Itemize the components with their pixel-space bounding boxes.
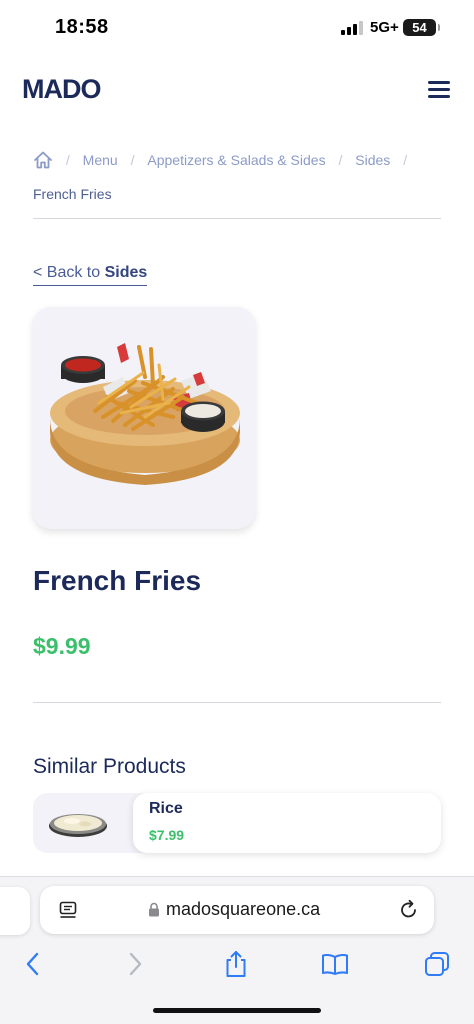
breadcrumb-separator: / xyxy=(338,152,343,168)
similar-product-info: Rice $7.99 xyxy=(133,793,441,853)
rice-image xyxy=(49,814,107,837)
breadcrumb-sides[interactable]: Sides xyxy=(355,152,390,168)
french-fries-image xyxy=(50,343,240,485)
product-price: $9.99 xyxy=(33,633,91,659)
network-type: 5G+ xyxy=(370,19,399,36)
similar-product-card[interactable]: Rice $7.99 xyxy=(33,793,441,853)
product-name: French Fries xyxy=(33,565,202,596)
address-bar[interactable]: madosquareone.ca xyxy=(40,886,434,934)
breadcrumb-separator: / xyxy=(403,152,408,168)
back-link-prefix: < Back to xyxy=(33,264,101,281)
battery-icon: 54 xyxy=(403,19,440,36)
product-image xyxy=(33,307,255,529)
breadcrumb-separator: / xyxy=(130,152,135,168)
similar-product-name: Rice xyxy=(149,800,183,817)
back-to-sides-link[interactable]: < Back to Sides xyxy=(33,264,148,286)
lock-icon xyxy=(149,902,159,917)
page-menu-icon[interactable] xyxy=(58,900,78,920)
home-indicator xyxy=(153,1008,321,1013)
breadcrumb-separator: / xyxy=(65,152,70,168)
mado-logo[interactable]: MADO xyxy=(22,74,101,105)
back-link-target: Sides xyxy=(104,264,148,281)
breadcrumb-current: French Fries xyxy=(33,186,112,202)
tabs-icon[interactable] xyxy=(422,949,452,979)
hamburger-menu-icon[interactable] xyxy=(426,80,452,100)
home-icon[interactable] xyxy=(33,150,53,170)
similar-products-title: Similar Products xyxy=(33,755,186,778)
previous-tab-preview[interactable] xyxy=(0,887,30,935)
breadcrumb-appetizers[interactable]: Appetizers & Salads & Sides xyxy=(147,152,325,168)
signal-icon xyxy=(341,21,365,35)
forward-icon[interactable] xyxy=(120,949,150,979)
browser-toolbar: madosquareone.ca xyxy=(0,876,474,1024)
divider xyxy=(33,218,441,219)
similar-product-price: $7.99 xyxy=(149,827,185,843)
divider xyxy=(33,702,441,703)
back-icon[interactable] xyxy=(18,949,48,979)
breadcrumb-menu[interactable]: Menu xyxy=(83,152,118,168)
status-time: 18:58 xyxy=(55,16,109,38)
url-text: madosquareone.ca xyxy=(166,899,321,919)
bookmarks-icon[interactable] xyxy=(320,949,350,979)
status-bar: 18:58 5G+ 54 xyxy=(0,0,474,56)
reload-icon[interactable] xyxy=(398,899,420,921)
share-icon[interactable] xyxy=(221,949,251,979)
